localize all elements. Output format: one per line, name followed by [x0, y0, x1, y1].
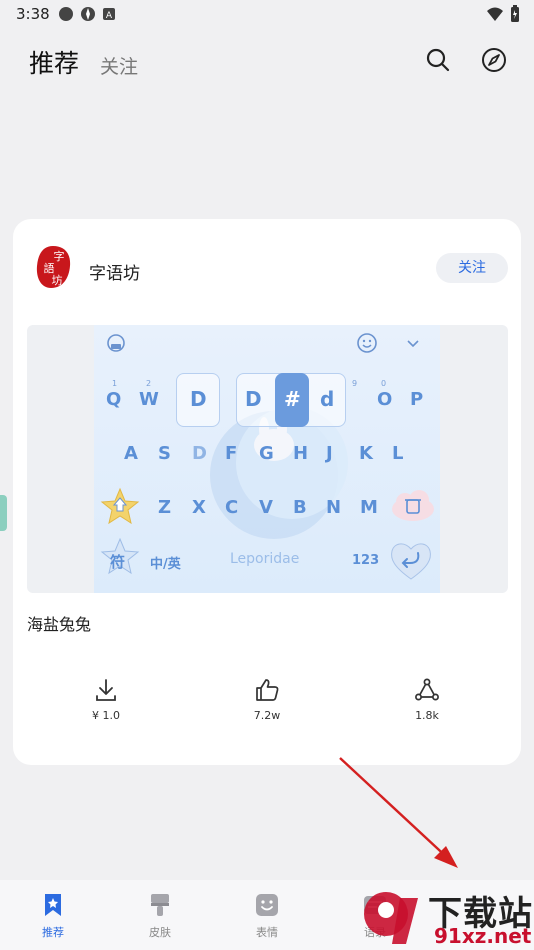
key-z: Z	[158, 497, 172, 518]
key-h: H	[293, 443, 309, 464]
keyboard-a-icon: A	[103, 8, 115, 21]
key-lang-switch: 中/英	[150, 557, 181, 572]
like-stat[interactable]: 7.2w	[227, 677, 307, 722]
top-header: 推荐 关注	[0, 40, 534, 84]
key-v: V	[259, 497, 273, 518]
key-o: O	[377, 389, 393, 410]
key-j: J	[326, 443, 333, 464]
watermark-url: 91xz.net	[434, 924, 532, 948]
status-notification-icons: A	[58, 6, 116, 22]
key-q: Q	[106, 389, 122, 410]
nav-skins[interactable]: 皮肤	[130, 892, 190, 940]
download-icon	[96, 679, 116, 701]
key-k: K	[359, 443, 373, 464]
download-price: ¥ 1.0	[92, 709, 120, 722]
nav-skins-label: 皮肤	[149, 926, 171, 939]
emoji-icon	[256, 894, 278, 916]
site-watermark: 下载站 91xz.net	[360, 886, 534, 950]
skin-card[interactable]: 字 語 坊 字语坊 关注 1 2 9 0 Q W D D # d O P A S…	[13, 219, 521, 765]
svg-text:A: A	[106, 11, 113, 21]
skin-stats-bar: ¥ 1.0 7.2w 1.8k	[13, 677, 521, 727]
red-arrow-annotation	[339, 757, 458, 868]
author-name[interactable]: 字语坊	[89, 259, 140, 284]
delete-cloud-icon	[392, 490, 434, 521]
key-space: Leporidae	[230, 551, 300, 567]
wifi-icon	[487, 7, 503, 21]
circle-icon	[59, 7, 73, 21]
emoji-face-icon	[357, 333, 377, 353]
share-icon	[415, 678, 439, 701]
nav-recommend-label: 推荐	[42, 926, 64, 939]
keyboard-preview-image: 1 2 9 0 Q W D D # d O P A S D F G H J K …	[94, 325, 440, 593]
shift-star-icon	[100, 487, 140, 525]
brush-icon	[151, 894, 169, 916]
key-p: P	[410, 389, 424, 410]
status-time: 3:38	[16, 5, 50, 23]
tab-recommend[interactable]: 推荐	[29, 44, 79, 80]
nav-recommend[interactable]: 推荐	[23, 892, 83, 940]
key-symbols: 符	[110, 553, 126, 571]
key-b: B	[293, 497, 307, 518]
svg-text:坊: 坊	[52, 273, 63, 287]
battery-icon	[511, 5, 519, 22]
tab-follow[interactable]: 关注	[100, 52, 138, 79]
floating-side-tab[interactable]	[0, 495, 7, 531]
skin-title: 海盐兔兔	[27, 615, 92, 634]
bookmark-icon	[45, 894, 61, 916]
like-count: 7.2w	[253, 709, 281, 722]
key-d-lower: d	[320, 387, 335, 411]
key-c: C	[225, 497, 239, 518]
share-stat[interactable]: 1.8k	[387, 677, 467, 722]
search-icon[interactable]	[424, 46, 452, 74]
watermark-logo	[364, 892, 418, 944]
share-count: 1.8k	[415, 709, 439, 722]
key-d: D	[192, 443, 207, 464]
aperture-icon	[81, 7, 95, 21]
key-g: G	[259, 443, 274, 464]
enter-heart-icon	[391, 543, 431, 580]
nav-emoji-label: 表情	[256, 926, 278, 939]
key-s: S	[158, 443, 171, 464]
download-stat[interactable]: ¥ 1.0	[66, 677, 146, 722]
compass-icon[interactable]	[480, 46, 508, 74]
status-system-icons	[486, 5, 520, 23]
key-m: M	[360, 497, 378, 518]
svg-text:語: 語	[44, 261, 55, 275]
key-hash: #	[284, 387, 301, 411]
status-bar: 3:38 A	[0, 0, 534, 28]
key-l: L	[392, 443, 404, 464]
key-n: N	[326, 497, 342, 518]
nav-emoji[interactable]: 表情	[237, 892, 297, 940]
key-d-upper: D	[245, 387, 262, 411]
key-d-popup: D	[190, 387, 207, 411]
key-w: W	[139, 389, 159, 410]
key-f: F	[225, 443, 238, 464]
author-avatar[interactable]: 字 語 坊	[33, 244, 73, 290]
keyboard-settings-icon	[107, 334, 125, 352]
chevron-down-icon	[407, 340, 419, 348]
keyboard-skin-preview[interactable]: 1 2 9 0 Q W D D # d O P A S D F G H J K …	[27, 325, 508, 593]
svg-text:字: 字	[54, 249, 65, 263]
key-a: A	[124, 443, 138, 464]
key-123: 123	[352, 553, 380, 568]
key-x: X	[192, 497, 206, 518]
thumbs-up-icon	[256, 679, 279, 701]
follow-button[interactable]: 关注	[436, 253, 508, 283]
